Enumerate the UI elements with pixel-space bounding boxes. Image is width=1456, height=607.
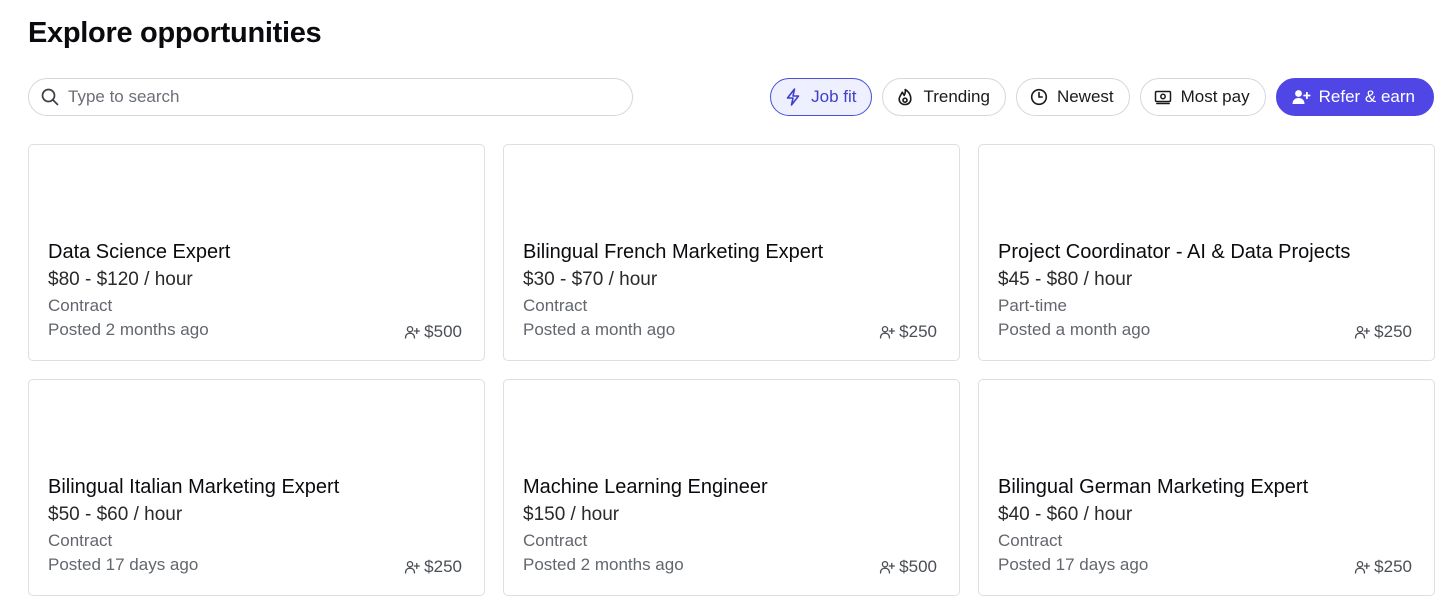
user-plus-icon [404,324,421,340]
job-card-info: Data Science Expert $80 - $120 / hour Co… [48,239,465,341]
opportunities-page: Explore opportunities Job fit [0,0,1456,607]
job-card-info: Bilingual German Marketing Expert $40 - … [998,474,1415,576]
search-input[interactable] [68,87,608,107]
job-title: Data Science Expert [48,241,231,263]
job-fit-filter-label: Job fit [811,87,857,106]
referral-bonus-amount: $250 [899,322,937,341]
page-title: Explore opportunities [28,17,322,49]
job-type: Contract [48,531,113,550]
user-plus-icon [879,559,896,575]
job-pay: $150 / hour [523,504,620,525]
user-plus-icon [1354,559,1371,575]
flame-icon [895,87,915,107]
job-type: Contract [48,296,113,315]
referral-bonus: $250 [1354,557,1412,577]
referral-bonus: $250 [1354,322,1412,342]
clock-icon [1029,87,1049,107]
referral-bonus: $500 [404,322,462,342]
job-card[interactable]: Bilingual German Marketing Expert $40 - … [978,379,1435,596]
job-pay: $80 - $120 / hour [48,269,193,290]
job-type: Contract [523,296,588,315]
job-pay: $30 - $70 / hour [523,269,658,290]
job-type: Contract [998,531,1063,550]
job-card-info: Machine Learning Engineer $150 / hour Co… [523,474,940,576]
job-card[interactable]: Bilingual French Marketing Expert $30 - … [503,144,960,361]
job-title: Bilingual French Marketing Expert [523,241,824,263]
job-card[interactable]: Bilingual Italian Marketing Expert $50 -… [28,379,485,596]
user-plus-icon [404,559,421,575]
job-type: Part-time [998,296,1067,315]
referral-bonus-amount: $250 [1374,322,1412,341]
referral-bonus: $250 [879,322,937,342]
newest-filter-label: Newest [1056,87,1114,106]
cash-icon [1153,87,1173,107]
most-pay-filter-button[interactable]: Most pay [1139,78,1266,116]
job-card-grid: Data Science Expert $80 - $120 / hour Co… [28,144,1435,596]
job-pay: $40 - $60 / hour [998,504,1133,525]
user-plus-icon [879,324,896,340]
job-posted-date: Posted 2 months ago [523,555,684,574]
job-card-info: Bilingual French Marketing Expert $30 - … [523,239,940,341]
refer-and-earn-button[interactable]: Refer & earn [1275,78,1434,116]
referral-bonus-amount: $500 [424,322,462,341]
job-pay: $45 - $80 / hour [998,269,1133,290]
job-title: Machine Learning Engineer [523,476,768,498]
filter-bar: Job fit Trending Newest Most pay Refer &… [770,78,1434,116]
job-posted-date: Posted 17 days ago [998,555,1149,574]
job-card-info: Bilingual Italian Marketing Expert $50 -… [48,474,465,576]
search-icon [40,87,60,107]
referral-bonus: $250 [404,557,462,577]
user-plus-icon [1291,87,1311,107]
job-fit-filter-button[interactable]: Job fit [770,78,873,116]
job-posted-date: Posted 2 months ago [48,320,209,339]
newest-filter-button[interactable]: Newest [1015,78,1130,116]
refer-and-earn-label: Refer & earn [1318,87,1415,106]
referral-bonus: $500 [879,557,937,577]
trending-filter-button[interactable]: Trending [882,78,1006,116]
job-card-info: Project Coordinator - AI & Data Projects… [998,239,1415,341]
user-plus-icon [1354,324,1371,340]
referral-bonus-amount: $250 [424,557,462,576]
job-type: Contract [523,531,588,550]
referral-bonus-amount: $500 [899,557,937,576]
job-title: Bilingual German Marketing Expert [998,476,1309,498]
job-title: Bilingual Italian Marketing Expert [48,476,340,498]
lightning-icon [783,87,803,107]
job-card[interactable]: Machine Learning Engineer $150 / hour Co… [503,379,960,596]
job-posted-date: Posted a month ago [523,320,676,339]
search-box[interactable] [28,78,633,116]
job-posted-date: Posted 17 days ago [48,555,199,574]
trending-filter-label: Trending [923,87,990,106]
job-pay: $50 - $60 / hour [48,504,183,525]
job-title: Project Coordinator - AI & Data Projects [998,241,1351,263]
job-posted-date: Posted a month ago [998,320,1151,339]
job-card[interactable]: Project Coordinator - AI & Data Projects… [978,144,1435,361]
most-pay-filter-label: Most pay [1180,87,1250,106]
referral-bonus-amount: $250 [1374,557,1412,576]
job-card[interactable]: Data Science Expert $80 - $120 / hour Co… [28,144,485,361]
